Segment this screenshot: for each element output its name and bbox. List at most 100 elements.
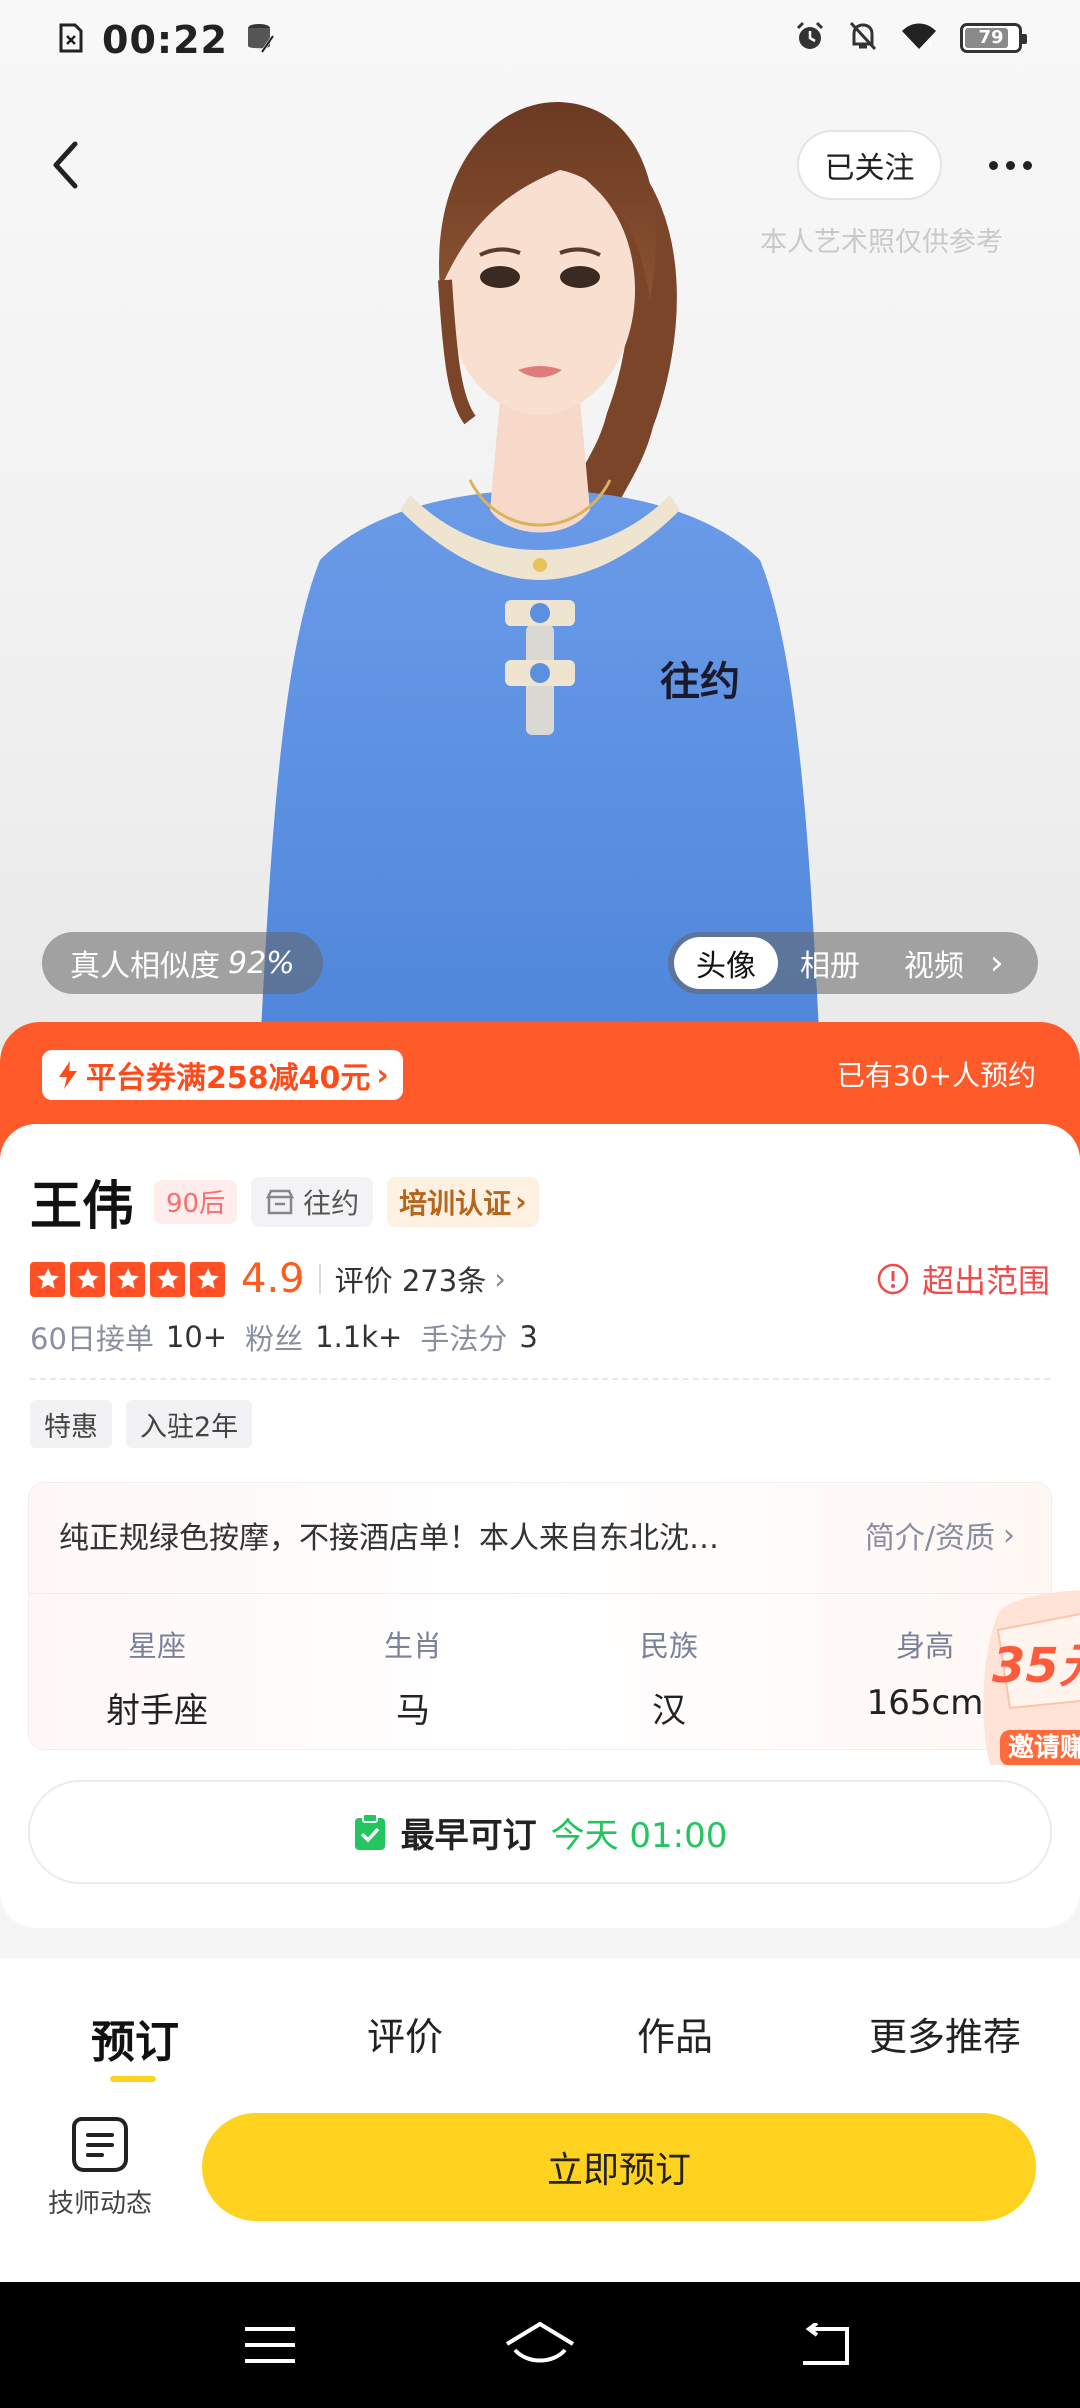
earliest-value: 今天 01:00: [550, 1815, 728, 1856]
intro-card[interactable]: 纯正规绿色按摩，不接酒店单！本人来自东北沈… 简介/资质 › 星座 射手座 生肖…: [28, 1482, 1052, 1750]
star-icon: [190, 1261, 225, 1297]
star-rating: [30, 1261, 225, 1297]
back-button[interactable]: [30, 125, 100, 205]
alarm-icon: [794, 20, 826, 56]
system-nav-bar: [0, 2282, 1080, 2408]
attr-label: 民族: [639, 1629, 698, 1663]
notes-icon: [72, 2117, 128, 2172]
technician-feed-button[interactable]: 技师动态: [40, 2113, 160, 2220]
stat-fans-value: 1.1k+: [315, 1320, 403, 1354]
booked-count: 已有30+人预约: [836, 1059, 1036, 1092]
back-nav-button[interactable]: [785, 2310, 865, 2380]
chevron-right-icon: ›: [494, 1262, 506, 1296]
training-cert-tag[interactable]: 培训认证 ›: [387, 1176, 539, 1227]
reviews-count: 评价 273条: [334, 1264, 487, 1298]
feed-label: 技师动态: [47, 2189, 152, 2219]
stat-technique-value: 3: [519, 1320, 538, 1354]
attr-label: 生肖: [383, 1629, 442, 1663]
age-tag: 90后: [154, 1179, 238, 1224]
brand-tag-label: 往约: [303, 1186, 360, 1220]
divider: [318, 1264, 321, 1294]
attr-ethnicity: 民族 汉: [541, 1623, 797, 1732]
tab-works[interactable]: 作品: [540, 2006, 810, 2070]
media-tab-album[interactable]: 相册: [778, 937, 882, 989]
intro-divider: [29, 1593, 1051, 1594]
reviews-link[interactable]: 评价 273条 ›: [335, 1258, 506, 1300]
attr-value: 射手座: [106, 1691, 208, 1731]
earliest-booking: 最早可订 今天 01:00: [28, 1780, 1052, 1884]
star-icon: [30, 1261, 65, 1297]
menu-button[interactable]: [230, 2310, 310, 2380]
hero-photo-area[interactable]: 往约 00:22 79 已关注 本人艺术照仅供参考 真人相似度 92% 头像 相…: [0, 0, 1080, 1050]
status-time: 00:22: [102, 18, 228, 62]
out-of-range-notice: 超出范围: [876, 1254, 1050, 1304]
attribute-list: 星座 射手座 生肖 马 民族 汉 身高 165cm: [29, 1623, 1051, 1732]
mute-bell-icon: [848, 20, 878, 56]
sticker-action: 邀请赚: [1008, 1733, 1080, 1763]
home-button[interactable]: [500, 2310, 580, 2380]
coupon-text: 平台券满258减40元: [86, 1061, 371, 1096]
chevron-right-icon: ›: [1003, 1517, 1015, 1553]
media-tab-video[interactable]: 视频: [882, 937, 986, 989]
attr-label: 星座: [127, 1629, 186, 1663]
battery-level: 79: [978, 27, 1004, 48]
attr-value: 汉: [652, 1691, 686, 1731]
stat-technique-label: 手法分: [420, 1322, 508, 1356]
stat-orders-label: 60日接单: [30, 1322, 154, 1356]
badge-discount: 特惠: [30, 1400, 112, 1448]
status-bar: 00:22 79: [0, 0, 1080, 84]
more-dots-icon: [988, 160, 998, 170]
star-icon: [110, 1261, 145, 1297]
tab-booking[interactable]: 预订: [0, 2006, 270, 2070]
clipboard-check-icon: [354, 1813, 385, 1850]
attr-zodiac: 星座 射手座: [29, 1623, 285, 1732]
lightning-icon: [59, 1061, 77, 1089]
sim-card-icon: [58, 23, 84, 57]
more-options-button[interactable]: [980, 140, 1040, 190]
chevron-left-icon: [53, 141, 78, 189]
tab-recommendations[interactable]: 更多推荐: [810, 2006, 1080, 2070]
active-tab-indicator: [110, 2076, 156, 2082]
similarity-value: 92%: [228, 945, 295, 981]
return-icon: [803, 2323, 849, 2365]
stat-fans-label: 粉丝: [245, 1322, 304, 1356]
intro-link-label: 简介/资质: [864, 1521, 995, 1556]
similarity-badge: 真人相似度 92%: [42, 932, 323, 994]
attr-value: 马: [396, 1691, 430, 1731]
intro-qualification-link[interactable]: 简介/资质 ›: [865, 1513, 1015, 1557]
uniform-logo-text: 往约: [660, 659, 740, 705]
intro-text: 纯正规绿色按摩，不接酒店单！本人来自东北沈…: [59, 1521, 719, 1556]
out-of-range-text: 超出范围: [921, 1262, 1050, 1300]
follow-button[interactable]: 已关注: [797, 130, 942, 200]
media-tab-avatar[interactable]: 头像: [674, 937, 778, 989]
dashed-divider: [30, 1378, 1050, 1380]
section-tabs: 预订 评价 作品 更多推荐: [0, 2006, 1080, 2070]
chevron-right-icon: ›: [515, 1185, 527, 1218]
attr-chinese-zodiac: 生肖 马: [285, 1623, 541, 1732]
invite-reward-sticker[interactable]: 35元 邀请赚: [980, 1590, 1080, 1765]
stat-orders-value: 10+: [165, 1320, 228, 1354]
warning-circle-icon: [877, 1263, 909, 1295]
tab-reviews[interactable]: 评价: [270, 2006, 540, 2070]
technician-info-card: 王伟 90后 往约 培训认证 › 4.9 评价 273条 › 超出范围 60日接…: [0, 1124, 1080, 1928]
star-icon: [150, 1261, 185, 1297]
similarity-label: 真人相似度: [70, 949, 220, 984]
badge-tenure: 入驻2年: [126, 1400, 253, 1448]
platform-coupon[interactable]: 平台券满258减40元 ›: [42, 1050, 403, 1100]
chevron-right-icon[interactable]: ›: [990, 943, 1004, 983]
screen: 往约 00:22 79 已关注 本人艺术照仅供参考 真人相似度 92% 头像 相…: [0, 0, 1080, 2408]
training-cert-label: 培训认证: [399, 1186, 512, 1220]
earliest-label: 最早可订: [400, 1815, 537, 1856]
data-saver-icon: [246, 22, 276, 58]
stats-row: 60日接单 10+ 粉丝 1.1k+ 手法分 3: [30, 1316, 544, 1358]
technician-portrait: 往约: [260, 101, 820, 1050]
brand-tag: 往约: [251, 1176, 374, 1227]
bottom-panel: 预订 评价 作品 更多推荐 技师动态 立即预订: [0, 1958, 1080, 2290]
home-icon: [505, 2321, 575, 2363]
rating-score: 4.9: [241, 1256, 305, 1302]
badge-list: 特惠 入驻2年: [30, 1400, 253, 1448]
book-now-button[interactable]: 立即预订: [202, 2113, 1036, 2221]
store-icon: [266, 1189, 295, 1214]
menu-icon: [245, 2327, 295, 2363]
technician-name: 王伟: [30, 1177, 135, 1237]
